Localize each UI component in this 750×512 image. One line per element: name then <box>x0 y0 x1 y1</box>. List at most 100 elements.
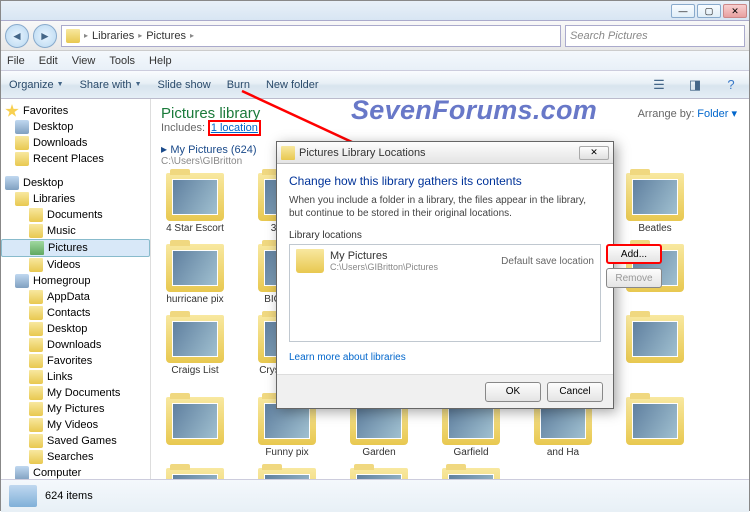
menu-edit[interactable]: Edit <box>39 55 58 67</box>
arrange-by[interactable]: Arrange by: Folder ▾ <box>638 107 737 120</box>
computer-icon <box>15 466 29 479</box>
breadcrumb-seg[interactable]: Libraries <box>92 30 134 42</box>
folder-icon <box>626 315 684 363</box>
learn-more-link[interactable]: Learn more about libraries <box>289 352 406 363</box>
breadcrumb-seg[interactable]: Pictures <box>146 30 186 42</box>
search-input[interactable]: Search Pictures <box>565 25 745 47</box>
sidebar-item[interactable]: Desktop <box>1 321 150 337</box>
dialog-close-button[interactable]: ✕ <box>579 146 609 160</box>
folder-thumb[interactable]: Icons <box>253 468 321 479</box>
sidebar-item[interactable]: Downloads <box>1 135 150 151</box>
slideshow-button[interactable]: Slide show <box>158 79 211 91</box>
folder-thumb[interactable]: Craigs List <box>161 315 229 387</box>
help-icon[interactable]: ? <box>721 75 741 95</box>
location-item[interactable]: My Pictures C:\Users\GIBritton\Pictures … <box>290 245 600 277</box>
folder-thumb[interactable] <box>621 315 689 387</box>
sidebar-item[interactable]: Favorites <box>1 353 150 369</box>
status-bar: 624 items <box>1 479 749 512</box>
sidebar-item[interactable]: Downloads <box>1 337 150 353</box>
default-label: Default save location <box>501 256 594 267</box>
folder-icon <box>296 249 324 273</box>
close-button[interactable]: ✕ <box>723 4 747 18</box>
sidebar-desktop[interactable]: Desktop <box>1 175 150 191</box>
add-button[interactable]: Add... <box>606 244 662 264</box>
menu-help[interactable]: Help <box>149 55 172 67</box>
sidebar-favorites[interactable]: Favorites <box>1 103 150 119</box>
back-button[interactable]: ◄ <box>5 24 29 48</box>
sidebar-item[interactable]: My Pictures <box>1 401 150 417</box>
folder-icon <box>166 397 224 445</box>
folder-thumb[interactable]: Hubble Pics <box>345 468 413 479</box>
sidebar-item[interactable]: My Documents <box>1 385 150 401</box>
address-bar[interactable]: ▸ Libraries ▸ Pictures ▸ <box>61 25 561 47</box>
minimize-button[interactable]: — <box>671 4 695 18</box>
thumb-label: 4 Star Escort <box>161 223 229 234</box>
folder-icon <box>29 224 43 238</box>
folder-icon <box>258 468 316 479</box>
thumb-label: Beatles <box>621 223 689 234</box>
chevron-icon: ▸ <box>84 31 88 40</box>
sidebar-libraries[interactable]: Libraries <box>1 191 150 207</box>
folder-thumb[interactable] <box>621 397 689 458</box>
sidebar-item[interactable]: Searches <box>1 449 150 465</box>
folder-icon <box>29 418 43 432</box>
burn-button[interactable]: Burn <box>227 79 250 91</box>
folder-icon <box>626 397 684 445</box>
sidebar-item[interactable]: Videos <box>1 257 150 273</box>
folder-icon <box>166 315 224 363</box>
folder-thumb[interactable]: 4 Star Escort <box>161 173 229 234</box>
library-includes: Includes: 1 location <box>161 122 739 134</box>
menu-view[interactable]: View <box>72 55 96 67</box>
folder-icon <box>29 402 43 416</box>
sidebar-item[interactable]: Contacts <box>1 305 150 321</box>
dialog-description: When you include a folder in a library, … <box>289 194 601 220</box>
folder-icon <box>29 306 43 320</box>
organize-button[interactable]: Organize▼ <box>9 79 64 91</box>
folder-icon <box>29 208 43 222</box>
folder-thumb[interactable] <box>161 468 229 479</box>
folder-icon <box>166 173 224 221</box>
share-button[interactable]: Share with▼ <box>80 79 142 91</box>
dialog-titlebar[interactable]: Pictures Library Locations ✕ <box>277 142 613 164</box>
folder-thumb[interactable] <box>161 397 229 458</box>
homegroup-icon <box>15 274 29 288</box>
locations-list[interactable]: My Pictures C:\Users\GIBritton\Pictures … <box>289 244 601 342</box>
sidebar-item[interactable]: Links <box>1 369 150 385</box>
folder-icon <box>29 450 43 464</box>
sidebar-item[interactable]: Documents <box>1 207 150 223</box>
folder-thumb[interactable]: Beatles <box>621 173 689 234</box>
folder-thumb[interactable]: Hummer memorial <box>437 468 505 479</box>
preview-pane-icon[interactable]: ◨ <box>685 75 705 95</box>
sidebar-item[interactable]: Desktop <box>1 119 150 135</box>
folder-icon <box>29 434 43 448</box>
sidebar-item[interactable]: My Videos <box>1 417 150 433</box>
menu-tools[interactable]: Tools <box>109 55 135 67</box>
sidebar-homegroup[interactable]: Homegroup <box>1 273 150 289</box>
ok-button[interactable]: OK <box>485 382 541 402</box>
sidebar-item[interactable]: Recent Places <box>1 151 150 167</box>
thumb-label: Craigs List <box>161 365 229 376</box>
maximize-button[interactable]: ▢ <box>697 4 721 18</box>
new-folder-button[interactable]: New folder <box>266 79 319 91</box>
nav-tree[interactable]: Favorites Desktop Downloads Recent Place… <box>1 99 151 479</box>
folder-icon <box>15 152 29 166</box>
folder-thumb[interactable]: hurricane pix <box>161 244 229 305</box>
folder-icon <box>626 173 684 221</box>
sidebar-item-pictures[interactable]: Pictures <box>1 239 150 257</box>
folder-icon <box>166 244 224 292</box>
thumb-label: Garfield <box>437 447 505 458</box>
sidebar-item[interactable]: Music <box>1 223 150 239</box>
cancel-button[interactable]: Cancel <box>547 382 603 402</box>
thumb-label: and Ha <box>529 447 597 458</box>
forward-button[interactable]: ► <box>33 24 57 48</box>
locations-link[interactable]: 1 location <box>208 120 261 136</box>
pictures-icon <box>30 241 44 255</box>
menu-file[interactable]: File <box>7 55 25 67</box>
folder-icon <box>350 468 408 479</box>
sidebar-computer[interactable]: Computer <box>1 465 150 479</box>
sidebar-item[interactable]: AppData <box>1 289 150 305</box>
sidebar-item[interactable]: Saved Games <box>1 433 150 449</box>
view-options-icon[interactable]: ☰ <box>649 75 669 95</box>
locations-label: Library locations <box>289 230 601 241</box>
folder-icon <box>29 338 43 352</box>
